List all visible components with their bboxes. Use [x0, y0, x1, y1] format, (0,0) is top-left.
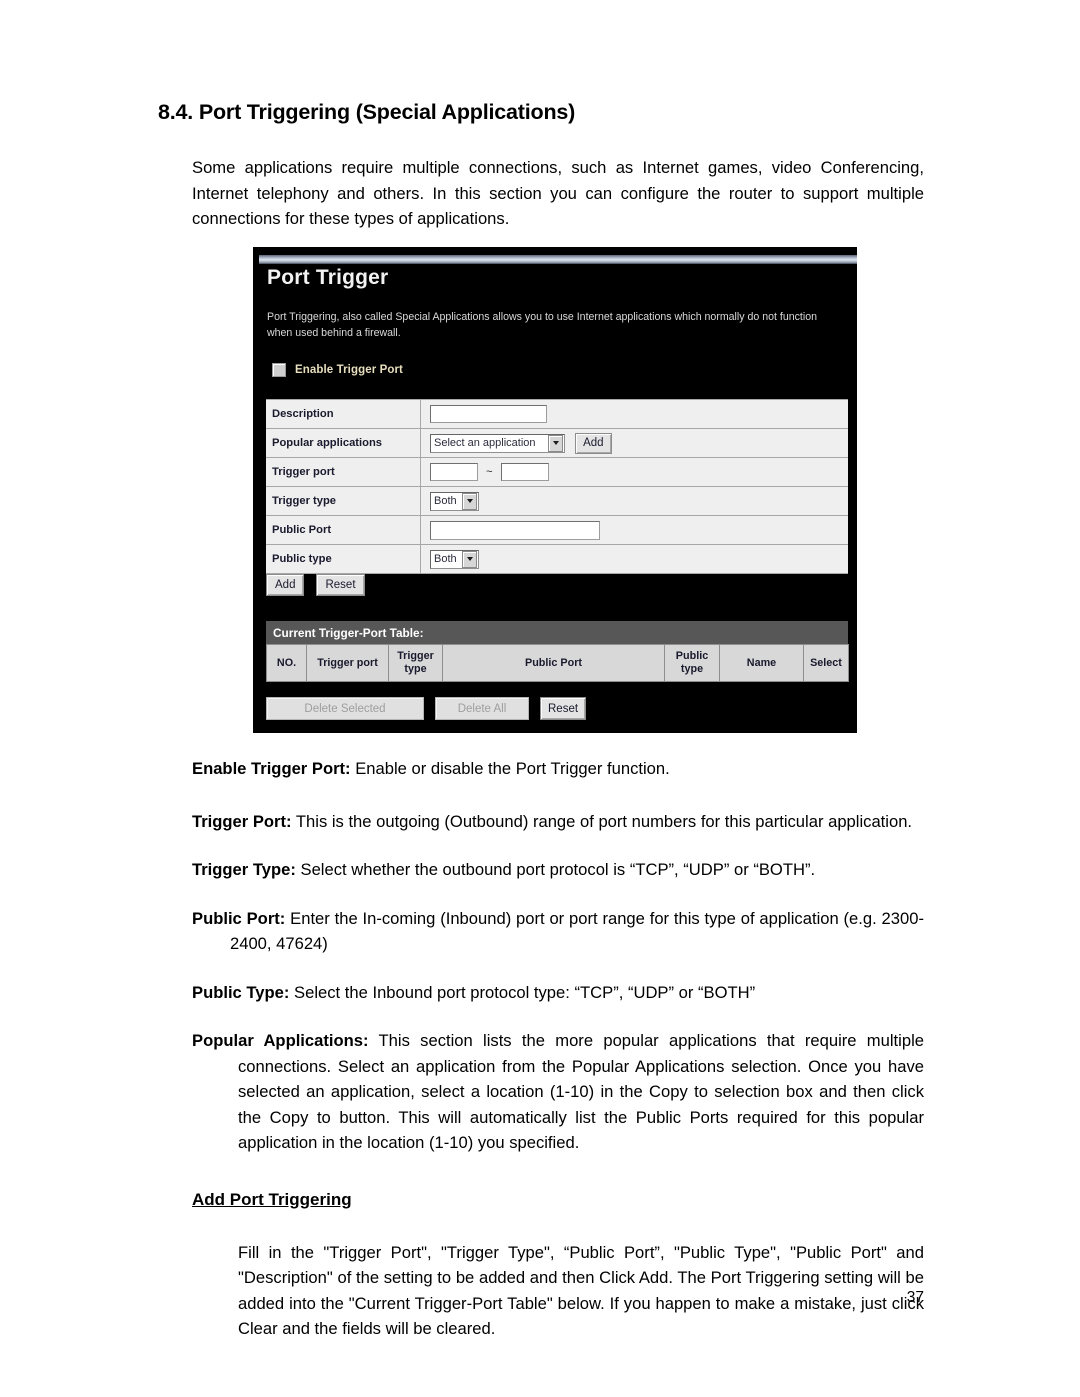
definition-popular-applications: Popular Applications: This section lists… — [156, 1028, 924, 1156]
router-admin-screenshot-figure: Port Trigger Port Triggering, also calle… — [253, 247, 857, 733]
label-public-type: Public type — [266, 544, 421, 574]
definition-term: Enable Trigger Port: — [192, 759, 351, 778]
trigger-port-from-input[interactable] — [430, 463, 478, 481]
port-trigger-form-table: Description Popular applications Select … — [266, 399, 848, 574]
document-page: 8.4. Port Triggering (Special Applicatio… — [0, 0, 1080, 1397]
definition-text: Select whether the outbound port protoco… — [295, 860, 816, 879]
field-public-type-cell: Both — [420, 544, 848, 574]
table-row: Public Port — [266, 515, 848, 545]
definition-term: Trigger Type: — [192, 860, 296, 879]
definition-term: Public Port: — [192, 908, 286, 928]
definition-public-port: Public Port: Enter the In-coming (Inboun… — [156, 906, 924, 957]
table-header-row: NO. Trigger port Trigger type Public Por… — [266, 644, 849, 682]
definition-trigger-type: Trigger Type: Select whether the outboun… — [156, 857, 924, 883]
field-trigger-type-cell: Both — [420, 486, 848, 516]
label-trigger-type: Trigger type — [266, 486, 421, 516]
window-header-stripe — [259, 255, 857, 264]
trigger-type-select[interactable]: Both — [430, 491, 479, 511]
column-header-name: Name — [719, 644, 804, 682]
definition-term: Public Type: — [192, 982, 290, 1002]
current-trigger-port-table: NO. Trigger port Trigger type Public Por… — [266, 644, 849, 682]
document-content-column: 8.4. Port Triggering (Special Applicatio… — [156, 100, 924, 232]
column-header-no: NO. — [266, 644, 307, 682]
column-header-public-port: Public Port — [442, 644, 665, 682]
label-popular-applications: Popular applications — [266, 428, 421, 458]
column-header-select: Select — [803, 644, 849, 682]
page-title: 8.4. Port Triggering (Special Applicatio… — [158, 100, 576, 124]
table-row: Trigger port ~ — [266, 457, 848, 487]
label-description: Description — [266, 399, 421, 429]
definition-trigger-port: Trigger Port: This is the outgoing (Outb… — [156, 809, 924, 835]
delete-selected-button[interactable]: Delete Selected — [266, 697, 424, 720]
popular-applications-select[interactable]: Select an application — [430, 433, 565, 453]
intro-paragraph: Some applications require multiple conne… — [192, 158, 924, 228]
trigger-port-to-input[interactable] — [500, 463, 549, 481]
definitions-column: Enable Trigger Port: Enable or disable t… — [156, 756, 924, 1342]
enable-trigger-port-row[interactable]: Enable Trigger Port — [272, 363, 403, 377]
table-reset-button[interactable]: Reset — [540, 697, 587, 720]
chevron-down-icon[interactable] — [548, 434, 563, 452]
table-row: Popular applications Select an applicati… — [266, 428, 848, 458]
form-reset-button[interactable]: Reset — [316, 574, 365, 596]
enable-trigger-port-label: Enable Trigger Port — [295, 364, 403, 376]
chevron-down-icon[interactable] — [462, 550, 477, 568]
screenshot-panel-description: Port Triggering, also called Special App… — [267, 311, 818, 339]
form-action-buttons: Add Reset — [266, 574, 365, 596]
definition-enable-trigger-port: Enable Trigger Port: Enable or disable t… — [156, 756, 924, 782]
table-row: Description — [266, 399, 848, 429]
table-row: Trigger type Both — [266, 486, 848, 516]
field-description-cell — [420, 399, 848, 429]
definition-public-type: Public Type: Select the Inbound port pro… — [156, 980, 924, 1006]
table-row: Public type Both — [266, 544, 848, 574]
label-public-port: Public Port — [266, 515, 421, 545]
label-trigger-port: Trigger port — [266, 457, 421, 487]
popular-applications-selected-value: Select an application — [434, 437, 536, 449]
public-type-select[interactable]: Both — [430, 549, 479, 569]
definition-text: Enter the In-coming (Inbound) port or po… — [230, 908, 924, 954]
definition-text: Enable or disable the Port Trigger funct… — [350, 759, 670, 778]
table-action-buttons: Delete Selected Delete All Reset — [266, 697, 587, 720]
form-add-button[interactable]: Add — [266, 574, 305, 596]
definition-text: This is the outgoing (Outbound) range of… — [291, 811, 913, 831]
field-popular-applications-cell: Select an application Add — [420, 428, 848, 458]
public-type-selected-value: Both — [434, 553, 457, 565]
column-header-trigger-port: Trigger port — [306, 644, 389, 682]
page-number: 37 — [906, 1289, 924, 1306]
trigger-type-selected-value: Both — [434, 495, 457, 507]
column-header-trigger-type: Trigger type — [388, 644, 443, 682]
popular-applications-add-button[interactable]: Add — [575, 432, 612, 454]
sub-heading-add-port-triggering: Add Port Triggering — [192, 1189, 352, 1209]
field-trigger-port-cell: ~ — [420, 457, 848, 487]
description-input[interactable] — [430, 405, 547, 423]
definition-term: Trigger Port: — [192, 811, 292, 831]
trigger-port-range-separator: ~ — [486, 466, 493, 478]
definition-term: Popular Applications: — [192, 1031, 369, 1050]
public-port-input[interactable] — [430, 520, 600, 540]
screenshot-panel-title: Port Trigger — [267, 266, 389, 289]
field-public-port-cell — [420, 515, 848, 545]
chevron-down-icon[interactable] — [462, 492, 477, 510]
definition-text: Select the Inbound port protocol type: “… — [289, 982, 756, 1002]
enable-trigger-port-checkbox[interactable] — [272, 363, 286, 377]
current-trigger-port-table-caption: Current Trigger-Port Table: — [266, 621, 848, 644]
column-header-public-type: Public type — [664, 644, 720, 682]
delete-all-button[interactable]: Delete All — [435, 697, 529, 720]
